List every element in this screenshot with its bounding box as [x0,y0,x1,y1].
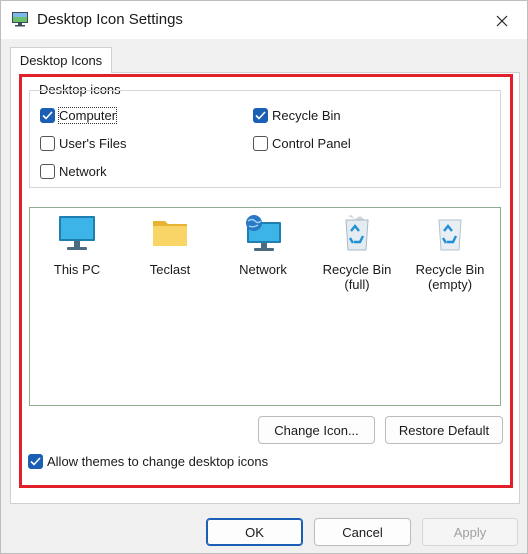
window-title: Desktop Icon Settings [37,11,183,28]
icon-label: Network [239,262,287,277]
checkbox-network[interactable]: Network [40,164,107,179]
recycle-bin-full-icon [345,215,369,251]
checkbox-unchecked-icon [253,136,268,151]
ok-button[interactable]: OK [206,518,303,546]
recycle-bin-empty-icon [438,219,462,251]
checkbox-checked-icon [253,108,268,123]
icon-label: Recycle Bin [322,262,392,277]
icon-item-recycle-bin-empty[interactable]: Recycle Bin (empty) [405,214,495,292]
network-icon [246,215,281,251]
button-label: Apply [453,524,487,540]
checkbox-unchecked-icon [40,164,55,179]
button-label: Restore Default [398,422,490,438]
checkbox-checked-icon [28,454,43,469]
icon-label-line2: (full) [344,277,370,292]
tab-desktop-icons[interactable]: Desktop Icons [10,47,112,73]
monitor-icon [59,216,95,250]
icon-item-network[interactable]: Network [218,214,308,277]
apply-button[interactable]: Apply [422,518,518,546]
display-settings-icon [12,12,28,27]
checkbox-label: Computer [57,107,118,124]
button-label: OK [245,524,264,540]
folder-icon [153,221,187,246]
icon-item-this-pc[interactable]: This PC [32,214,122,277]
button-label: Cancel [342,524,383,540]
icon-item-teclast[interactable]: Teclast [125,214,215,277]
checkbox-allow-themes[interactable]: Allow themes to change desktop icons [28,454,268,469]
checkbox-label: Network [59,164,107,179]
checkbox-computer[interactable]: Computer [40,107,118,124]
checkbox-label: User's Files [59,136,127,151]
icon-label: Recycle Bin [415,262,485,277]
icon-label-line2: (empty) [427,277,473,292]
checkbox-recycle-bin[interactable]: Recycle Bin [253,108,341,123]
dialog-window: Desktop Icon Settings Desktop Icons Desk… [0,0,528,554]
icon-label: Teclast [149,262,191,277]
checkbox-label: Control Panel [272,136,351,151]
tab-label: Desktop Icons [19,53,103,68]
icon-label: This PC [53,262,101,277]
icon-item-recycle-bin-full[interactable]: Recycle Bin (full) [312,214,402,292]
title-bar: Desktop Icon Settings [1,1,527,39]
checkbox-users-files[interactable]: User's Files [40,136,127,151]
checkbox-label: Allow themes to change desktop icons [47,454,269,469]
restore-default-button[interactable]: Restore Default [385,416,503,444]
checkbox-label: Recycle Bin [272,108,341,123]
close-icon [496,15,508,27]
close-button[interactable] [489,8,515,34]
button-label: Change Icon... [274,422,359,438]
checkbox-unchecked-icon [40,136,55,151]
checkbox-control-panel[interactable]: Control Panel [253,136,351,151]
change-icon-button[interactable]: Change Icon... [258,416,375,444]
checkbox-checked-icon [40,108,55,123]
cancel-button[interactable]: Cancel [314,518,411,546]
icon-list[interactable]: This PC Teclast Network Recycle Bin (ful… [29,207,501,406]
